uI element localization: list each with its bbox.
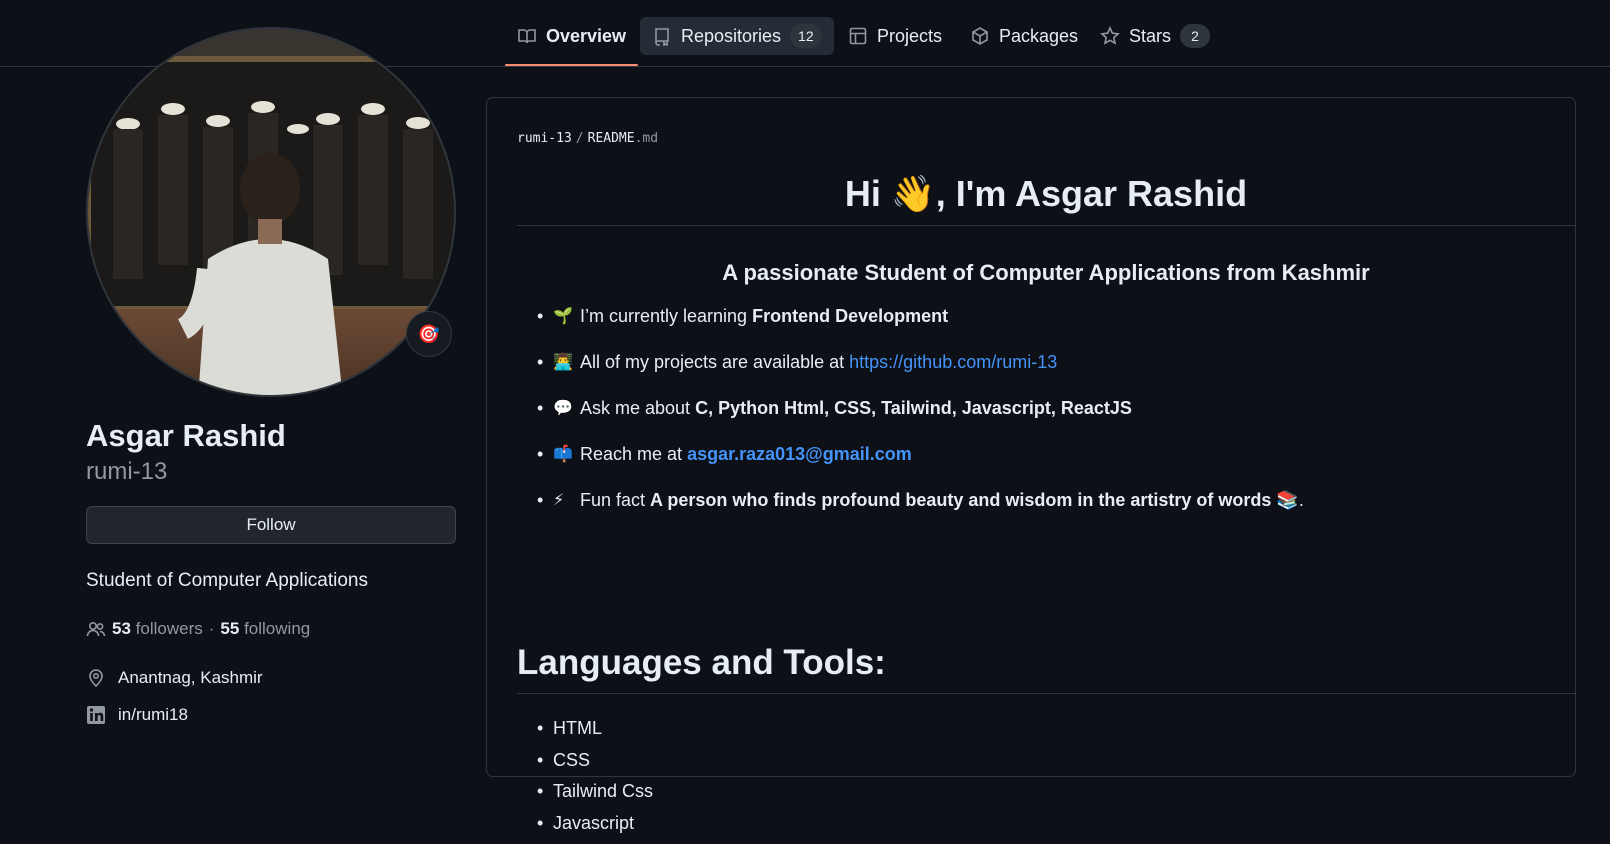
list-item: • ⚡ Fun fact A person who finds profound… xyxy=(517,490,1304,536)
breadcrumb-user[interactable]: rumi-13 xyxy=(517,131,572,146)
tab-overview[interactable]: Overview xyxy=(505,17,638,55)
list-item: • 📫 Reach me at asgar.raza013@gmail.com xyxy=(517,444,1304,490)
tab-projects-label: Projects xyxy=(877,26,942,47)
tool-item: Javascript xyxy=(553,813,634,844)
list-item: •CSS xyxy=(517,750,653,782)
follow-stats: 53 followers · 55 following xyxy=(86,619,310,639)
avatar[interactable] xyxy=(86,27,456,397)
target-icon: 🎯 xyxy=(418,324,440,345)
list-item: •Tailwind Css xyxy=(517,781,653,813)
linkedin-text: in/rumi18 xyxy=(118,705,188,725)
seedling-icon: 🌱 xyxy=(553,306,580,326)
list-item: • 💬 Ask me about C, Python Html, CSS, Ta… xyxy=(517,398,1304,444)
tool-item: CSS xyxy=(553,750,590,782)
bullet-text: Ask me about xyxy=(580,398,690,419)
profile-bio: Student of Computer Applications xyxy=(86,570,368,592)
star-icon xyxy=(1100,26,1120,46)
readme-subheading: A passionate Student of Computer Applica… xyxy=(517,260,1575,286)
tab-repositories-label: Repositories xyxy=(681,26,781,47)
tab-projects[interactable]: Projects xyxy=(836,17,954,55)
tab-repositories[interactable]: Repositories 12 xyxy=(640,17,834,55)
followers-link[interactable]: 53 followers xyxy=(112,619,203,639)
bullet-text: I’m currently learning xyxy=(580,306,747,327)
followers-label: followers xyxy=(136,619,203,638)
package-icon xyxy=(970,26,990,46)
speech-bubble-icon: 💬 xyxy=(553,398,580,418)
list-item: • 🌱 I’m currently learning Frontend Deve… xyxy=(517,306,1304,352)
linkedin-icon xyxy=(86,705,106,725)
tool-item: HTML xyxy=(553,718,602,750)
profile-full-name: Asgar Rashid xyxy=(86,418,286,454)
tab-stars-label: Stars xyxy=(1129,26,1171,47)
table-icon xyxy=(848,26,868,46)
list-item: •Javascript xyxy=(517,813,653,844)
lightning-icon: ⚡ xyxy=(553,490,580,510)
location-row: Anantnag, Kashmir xyxy=(86,668,263,688)
email-link[interactable]: asgar.raza013@gmail.com xyxy=(687,444,912,465)
follow-button[interactable]: Follow xyxy=(86,506,456,544)
bullet-text: Reach me at xyxy=(580,444,682,465)
projects-link[interactable]: https://github.com/rumi-13 xyxy=(849,352,1057,373)
breadcrumb-file[interactable]: README xyxy=(588,131,635,146)
bullet-strong: A person who finds profound beauty and w… xyxy=(650,490,1299,511)
list-item: •HTML xyxy=(517,718,653,750)
following-count: 55 xyxy=(220,619,239,638)
profile-username: rumi-13 xyxy=(86,458,167,486)
tools-heading: Languages and Tools: xyxy=(517,643,1575,694)
tab-overview-label: Overview xyxy=(546,26,626,47)
follow-separator: · xyxy=(209,619,215,639)
stars-count-badge: 2 xyxy=(1180,24,1210,48)
repositories-count-badge: 12 xyxy=(790,24,822,48)
people-icon xyxy=(86,619,106,639)
tab-packages-label: Packages xyxy=(999,26,1078,47)
following-link[interactable]: 55 following xyxy=(220,619,310,639)
status-badge[interactable]: 🎯 xyxy=(406,311,452,357)
repo-icon xyxy=(652,26,672,46)
linkedin-row[interactable]: in/rumi18 xyxy=(86,705,188,725)
bullet-text: Fun fact xyxy=(580,490,645,511)
tools-list: •HTML •CSS •Tailwind Css •Javascript xyxy=(517,718,653,844)
location-pin-icon xyxy=(86,668,106,688)
mailbox-icon: 📫 xyxy=(553,444,580,464)
book-icon xyxy=(517,26,537,46)
breadcrumb: rumi-13 / README.md xyxy=(517,131,658,146)
bullet-suffix: . xyxy=(1299,490,1304,511)
readme-heading: Hi 👋, I'm Asgar Rashid xyxy=(517,173,1575,226)
bullet-strong: Frontend Development xyxy=(752,306,948,327)
tab-stars[interactable]: Stars 2 xyxy=(1088,17,1222,55)
readme-box: rumi-13 / README.md Hi 👋, I'm Asgar Rashid… xyxy=(486,97,1576,777)
following-label: following xyxy=(244,619,310,638)
location-text: Anantnag, Kashmir xyxy=(118,668,263,688)
followers-count: 53 xyxy=(112,619,131,638)
bullet-strong: C, Python Html, CSS, Tailwind, Javascrip… xyxy=(695,398,1132,419)
tool-item: Tailwind Css xyxy=(553,781,653,813)
breadcrumb-extension: .md xyxy=(635,131,658,146)
readme-bullet-list: • 🌱 I’m currently learning Frontend Deve… xyxy=(517,306,1304,536)
list-item: • 👨‍💻 All of my projects are available a… xyxy=(517,352,1304,398)
breadcrumb-separator: / xyxy=(576,131,584,146)
avatar-photo xyxy=(88,29,456,397)
bullet-text: All of my projects are available at xyxy=(580,352,844,373)
tab-packages[interactable]: Packages xyxy=(958,17,1090,55)
technologist-icon: 👨‍💻 xyxy=(553,352,580,372)
